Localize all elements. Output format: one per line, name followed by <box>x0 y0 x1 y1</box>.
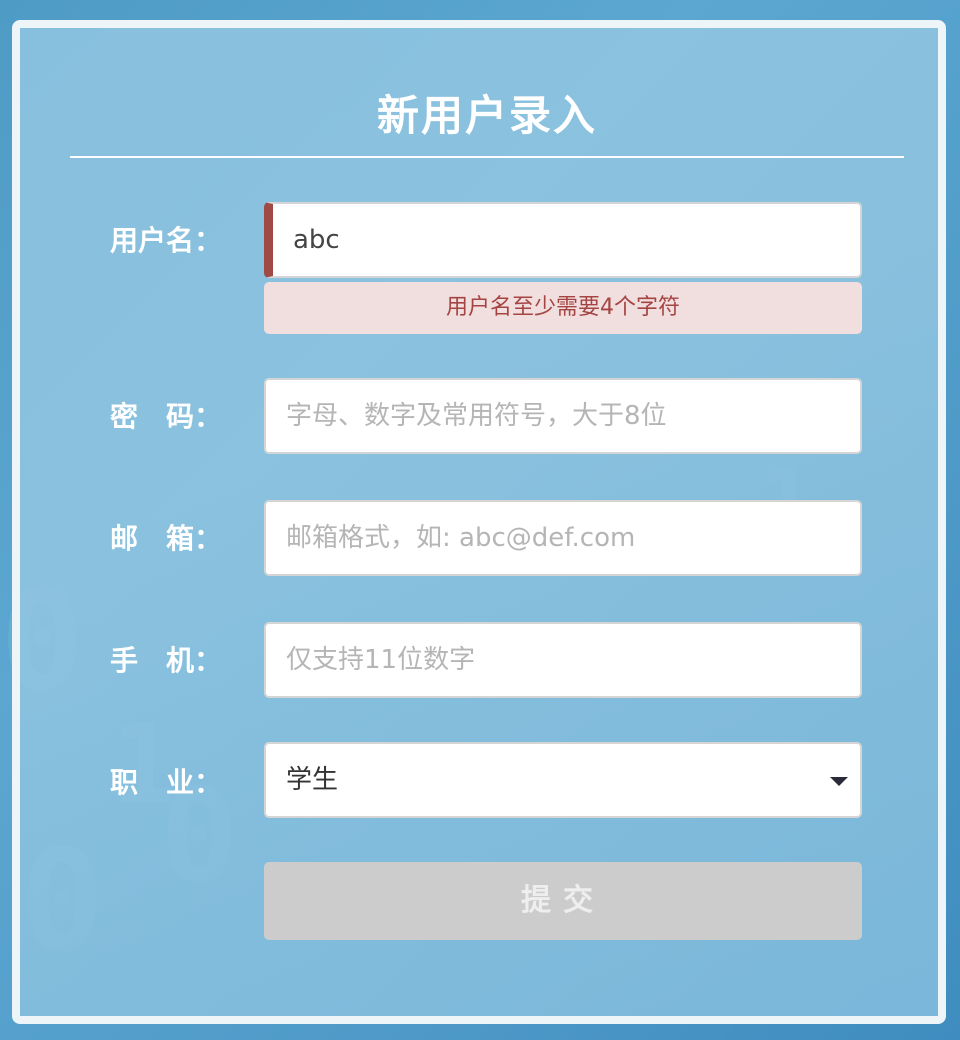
form-panel: 新用户录入 用户名： 用户名至少需要4个字符 密 码： 邮 箱： 手 机： 职 … <box>12 20 946 1024</box>
email-input[interactable] <box>286 502 826 574</box>
username-input[interactable] <box>293 204 833 276</box>
password-label: 密 码： <box>110 400 223 433</box>
password-input[interactable] <box>286 380 826 452</box>
username-error-message: 用户名至少需要4个字符 <box>264 282 862 334</box>
occupation-select[interactable]: 学生 <box>264 742 862 818</box>
chevron-down-icon <box>830 777 848 786</box>
occupation-selected-value: 学生 <box>286 765 339 795</box>
phone-input[interactable] <box>286 624 826 696</box>
phone-field-box <box>264 622 862 698</box>
phone-label: 手 机： <box>110 644 223 677</box>
title-divider <box>70 156 904 158</box>
page-title: 新用户录入 <box>376 91 597 140</box>
username-label: 用户名： <box>110 224 223 257</box>
username-field-box <box>264 202 862 278</box>
submit-button[interactable]: 提交 <box>264 862 862 940</box>
email-field-box <box>264 500 862 576</box>
password-field-box <box>264 378 862 454</box>
occupation-label: 职 业： <box>110 766 223 799</box>
email-label: 邮 箱： <box>110 522 223 555</box>
